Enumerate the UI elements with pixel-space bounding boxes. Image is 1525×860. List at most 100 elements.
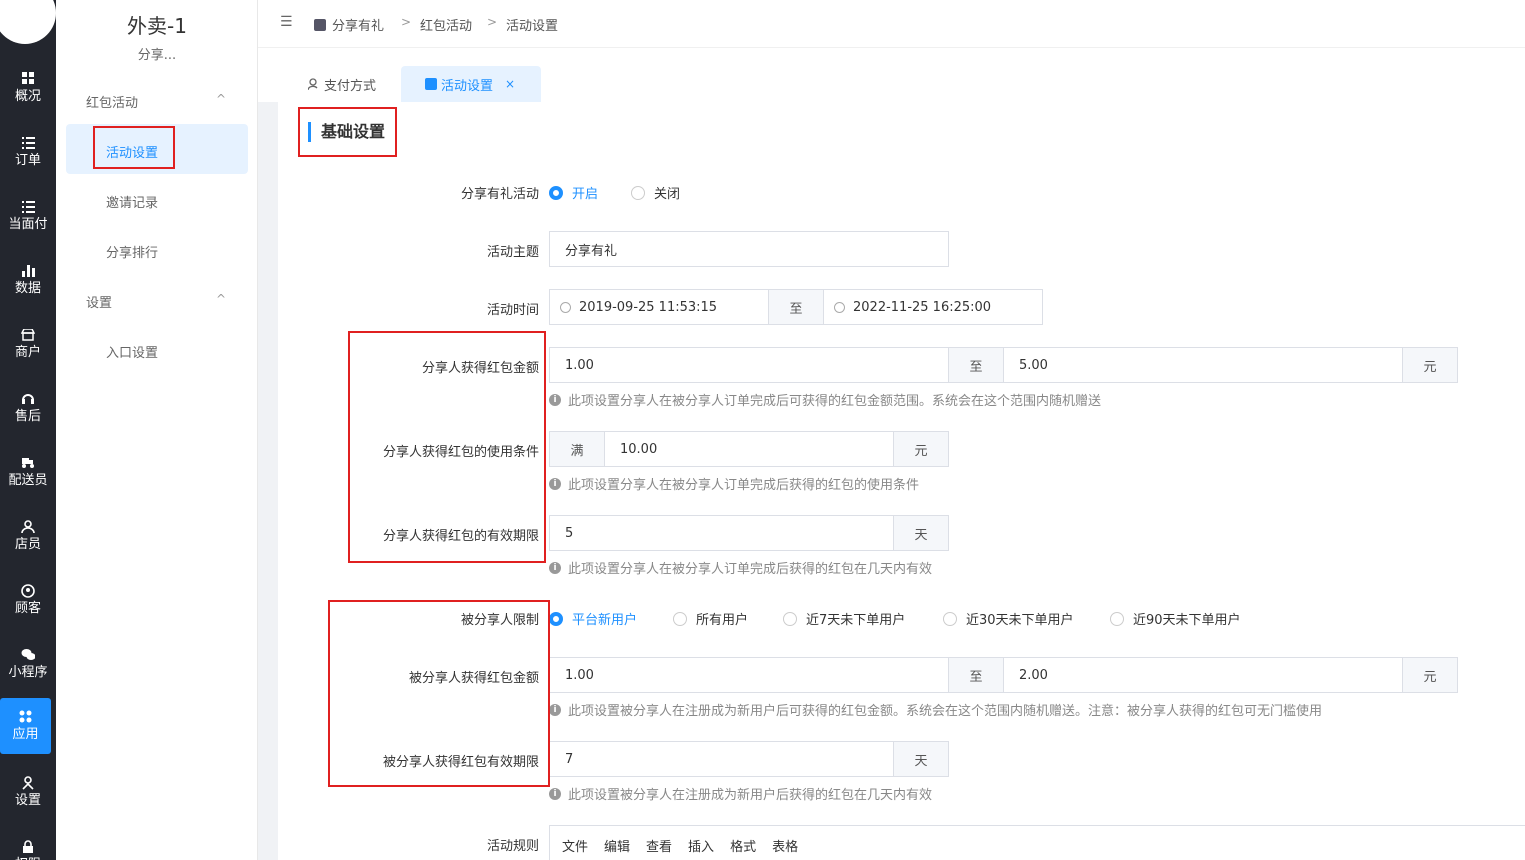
sharer-min-input[interactable]: 1.00 xyxy=(549,347,949,383)
sidebar-item-entry-settings[interactable]: 入口设置 xyxy=(106,342,158,361)
rules-editor-toolbar[interactable]: 文件 编辑 查看 插入 格式 表格 xyxy=(549,825,1525,860)
breadcrumb-label[interactable]: 活动设置 xyxy=(506,15,558,34)
rail-item-miniprogram[interactable]: 小程序 xyxy=(0,636,56,692)
sidebar-item-share-ranking[interactable]: 分享排行 xyxy=(106,242,158,261)
radio-label: 近30天未下单用户 xyxy=(966,613,1074,628)
radio-new-users[interactable]: 平台新用户 xyxy=(549,609,637,628)
breadcrumb-separator: > xyxy=(401,15,412,29)
editor-menu-insert[interactable]: 插入 xyxy=(688,836,714,855)
list-icon xyxy=(21,200,35,214)
top-bar: ☰ 分享有礼 > 红包活动 > 活动设置 xyxy=(258,0,1525,48)
breadcrumb-item[interactable]: 活动设置 xyxy=(506,15,558,34)
group-settings[interactable]: 设置 xyxy=(86,292,112,311)
close-icon[interactable]: × xyxy=(505,77,515,91)
radio-off[interactable]: 关闭 xyxy=(631,183,680,202)
editor-menu-format[interactable]: 格式 xyxy=(730,836,756,855)
sidebar-item-invite-records[interactable]: 邀请记录 xyxy=(106,192,158,211)
user-icon xyxy=(21,520,35,534)
sharee-max-input[interactable]: 2.00 xyxy=(1003,657,1403,693)
tab-payment-method[interactable]: 支付方式 xyxy=(307,66,377,102)
editor-menu-file[interactable]: 文件 xyxy=(562,836,588,855)
main-content: 基础设置 分享有礼活动 开启 关闭 活动主题 分享有礼 活动时间 2019-09… xyxy=(278,102,1525,860)
radio-dot[interactable] xyxy=(673,611,687,626)
rail-item-after-sale[interactable]: 售后 xyxy=(0,380,56,436)
customer-icon xyxy=(21,583,35,598)
headset-icon xyxy=(21,392,35,406)
unit-yuan: 元 xyxy=(893,431,949,467)
radio-label: 开启 xyxy=(572,187,599,202)
editor-menu-view[interactable]: 查看 xyxy=(646,836,672,855)
breadcrumb-label[interactable]: 分享有礼 xyxy=(332,15,384,34)
chevron-up-icon[interactable]: ^ xyxy=(216,92,226,106)
rail-item-staff[interactable]: 店员 xyxy=(0,508,56,564)
radio-30-days[interactable]: 近30天未下单用户 xyxy=(943,609,1074,628)
start-time-input[interactable]: 2019-09-25 11:53:15 xyxy=(549,289,769,325)
rail-item-apps[interactable]: 应用 xyxy=(0,698,51,754)
label-time: 活动时间 xyxy=(486,303,539,318)
radio-all-users[interactable]: 所有用户 xyxy=(673,609,748,628)
dashboard-icon xyxy=(21,72,35,86)
rail-label: 小程序 xyxy=(8,664,48,680)
group-red-packet[interactable]: 红包活动 xyxy=(86,92,138,111)
sharer-validity-input[interactable]: 5 xyxy=(549,515,894,551)
tab-bar: 支付方式 活动设置 × xyxy=(258,48,1525,102)
store-icon xyxy=(21,328,35,342)
sharer-max-input[interactable]: 5.00 xyxy=(1003,347,1403,383)
prefix-full: 满 xyxy=(549,431,605,467)
sharee-min-input[interactable]: 1.00 xyxy=(549,657,949,693)
time-separator: 至 xyxy=(768,289,824,325)
hint-text: 此项设置被分享人在注册成为新用户后可获得的红包金额。系统会在这个范围内随机赠送。… xyxy=(568,704,1323,719)
radio-label: 近7天未下单用户 xyxy=(806,613,906,628)
radio-dot[interactable] xyxy=(549,185,563,200)
radio-label: 关闭 xyxy=(654,187,681,202)
theme-input[interactable]: 分享有礼 xyxy=(549,231,949,267)
rail-item-merchant[interactable]: 商户 xyxy=(0,316,56,372)
tab-label: 支付方式 xyxy=(324,78,377,94)
rail-item-orders[interactable]: 订单 xyxy=(0,124,56,180)
chevron-up-icon[interactable]: ^ xyxy=(216,292,226,306)
rail-label: 当面付 xyxy=(8,216,48,232)
rail-label: 应用 xyxy=(12,726,39,742)
sharer-condition-input[interactable]: 10.00 xyxy=(604,431,894,467)
breadcrumb-label[interactable]: 红包活动 xyxy=(420,15,472,34)
radio-90-days[interactable]: 近90天未下单用户 xyxy=(1110,609,1241,628)
editor-menu-edit[interactable]: 编辑 xyxy=(604,836,630,855)
end-time-value: 2022-11-25 16:25:00 xyxy=(853,299,992,315)
hint-text: 此项设置分享人在被分享人订单完成后获得的红包的使用条件 xyxy=(568,478,920,493)
rail-item-data[interactable]: 数据 xyxy=(0,252,56,308)
hint-text: 此项设置被分享人在注册成为新用户后获得的红包在几天内有效 xyxy=(568,788,933,803)
radio-dot[interactable] xyxy=(631,185,645,200)
radio-dot[interactable] xyxy=(943,611,957,626)
rail-label: 数据 xyxy=(14,280,41,296)
radio-on[interactable]: 开启 xyxy=(549,183,598,202)
rail-item-courier[interactable]: 配送员 xyxy=(0,444,56,500)
breadcrumb-item[interactable]: 分享有礼 xyxy=(314,15,384,34)
rail-label: 商户 xyxy=(14,344,41,360)
hint-text: 此项设置分享人在被分享人订单完成后可获得的红包金额范围。系统会在这个范围内随机赠… xyxy=(568,394,1102,409)
breadcrumb-item[interactable]: 红包活动 xyxy=(420,15,472,34)
label-theme: 活动主题 xyxy=(486,245,539,260)
radio-label: 所有用户 xyxy=(696,613,749,628)
highlight-box xyxy=(328,600,550,787)
rail-label: 订单 xyxy=(14,152,41,168)
label-share-activity: 分享有礼活动 xyxy=(460,187,539,202)
sharee-validity-input[interactable]: 7 xyxy=(549,741,894,777)
menu-toggle-icon[interactable]: ☰ xyxy=(280,14,293,30)
rail-label: 顾客 xyxy=(14,600,41,616)
rail-item-overview[interactable]: 概况 xyxy=(0,60,56,116)
range-separator: 至 xyxy=(948,347,1004,383)
radio-dot[interactable] xyxy=(1110,611,1124,626)
editor-menu-table[interactable]: 表格 xyxy=(772,836,798,855)
tab-label: 活动设置 xyxy=(441,78,494,94)
rail-item-settings[interactable]: 设置 xyxy=(0,764,56,820)
radio-7-days[interactable]: 近7天未下单用户 xyxy=(783,609,905,628)
rail-item-face-pay[interactable]: 当面付 xyxy=(0,188,56,244)
tab-activity-settings[interactable]: 活动设置 × xyxy=(401,66,542,102)
store-title: 外卖-1 xyxy=(127,14,187,38)
radio-dot[interactable] xyxy=(783,611,797,626)
rail-item-permission[interactable]: 权限 xyxy=(0,828,56,860)
radio-dot[interactable] xyxy=(549,611,563,626)
share-icon xyxy=(425,78,437,90)
end-time-input[interactable]: 2022-11-25 16:25:00 xyxy=(823,289,1043,325)
rail-item-customer[interactable]: 顾客 xyxy=(0,572,56,628)
